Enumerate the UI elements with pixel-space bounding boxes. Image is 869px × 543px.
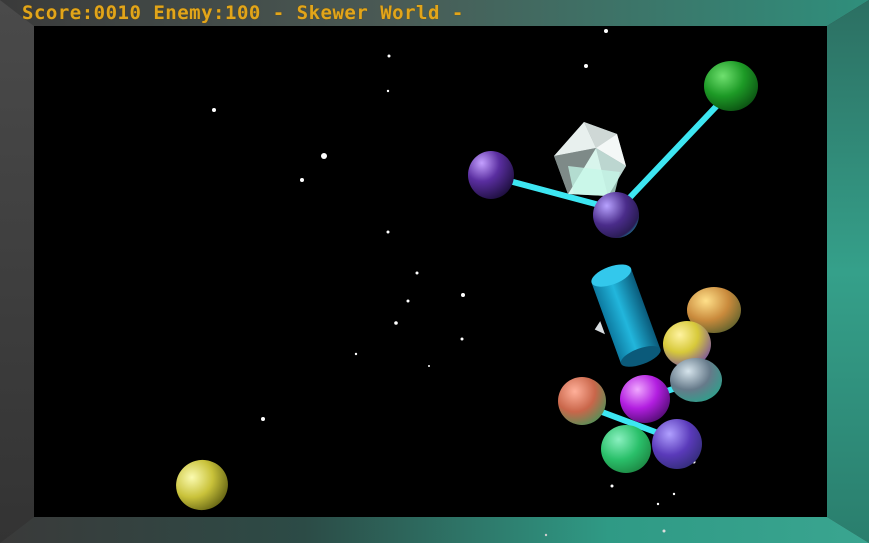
star xyxy=(461,293,465,297)
score-value: 0010 xyxy=(93,2,142,24)
enemy-sphere-icon xyxy=(704,61,758,111)
enemy-sphere-icon xyxy=(670,358,722,402)
star xyxy=(387,54,391,58)
star-on-frame xyxy=(662,529,666,533)
star xyxy=(604,29,608,33)
enemy-sphere-icon xyxy=(652,419,702,469)
enemy-sphere-icon xyxy=(558,377,606,425)
score-label: Score: xyxy=(22,2,94,24)
star xyxy=(428,365,430,367)
star xyxy=(610,484,614,488)
star xyxy=(415,271,419,275)
star xyxy=(672,492,676,496)
frame-left xyxy=(0,0,34,543)
enemy-sphere-icon xyxy=(593,192,639,238)
frame-bottom xyxy=(0,517,869,543)
enemy-value: 100 xyxy=(225,2,261,24)
star xyxy=(406,299,410,303)
star xyxy=(354,352,358,356)
enemy-sphere-icon xyxy=(468,151,514,199)
game-title: - Skewer World - xyxy=(272,2,464,24)
frame-right xyxy=(827,0,869,543)
game-window: Score:0010 Enemy:100 - Skewer World - xyxy=(0,0,869,543)
star xyxy=(394,321,398,325)
hud-bar: Score:0010 Enemy:100 - Skewer World - xyxy=(0,0,869,26)
star xyxy=(386,230,390,234)
star xyxy=(386,89,390,93)
enemy-sphere-icon xyxy=(601,425,651,473)
hud-status: Score:0010 Enemy:100 - Skewer World - xyxy=(22,2,464,24)
play-field[interactable] xyxy=(34,26,827,517)
star xyxy=(321,153,327,159)
star xyxy=(656,502,660,506)
star xyxy=(261,417,265,421)
star xyxy=(460,337,464,341)
star-on-frame xyxy=(544,533,548,537)
space-scene xyxy=(34,26,827,517)
star xyxy=(584,64,588,68)
star xyxy=(300,178,304,182)
enemy-label: Enemy: xyxy=(153,2,225,24)
enemy-sphere-icon xyxy=(620,375,670,423)
star xyxy=(212,108,216,112)
